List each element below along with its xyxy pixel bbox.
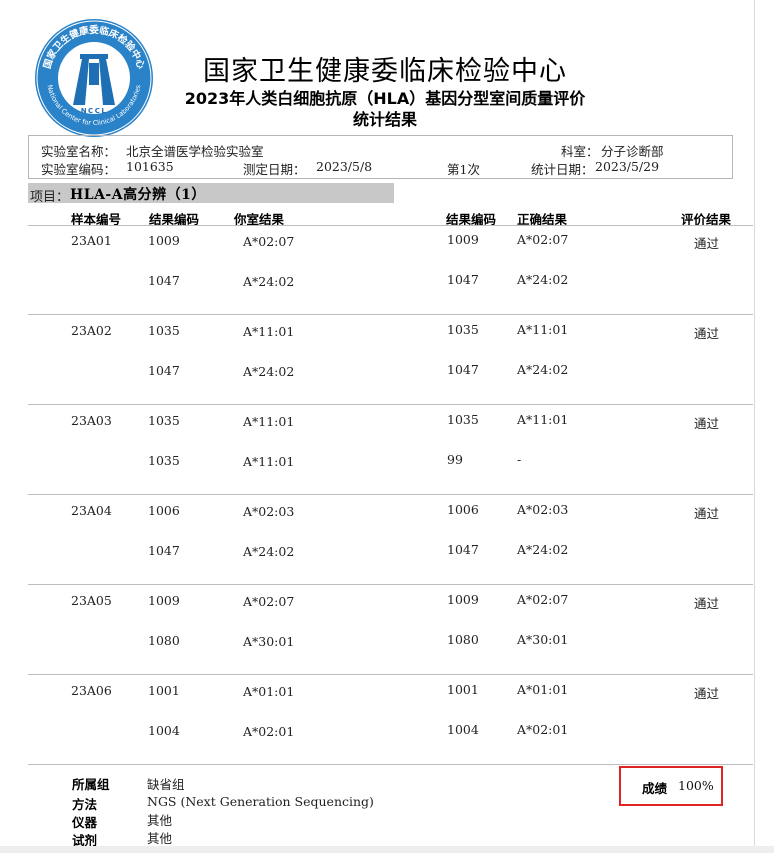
org-name: 国家卫生健康委临床检验中心 (203, 56, 567, 87)
sample-id: 23A05 (71, 593, 112, 608)
correct-result: A*30:01 (517, 632, 569, 647)
lab-name: 北京全谱医学检验实验室 (126, 144, 264, 159)
evaluation-result: 通过 (694, 686, 720, 701)
your-result-code: 1006 (148, 503, 180, 518)
correct-result: A*11:01 (517, 322, 569, 337)
your-result-code: 1009 (148, 593, 180, 608)
your-result-code: 1035 (148, 323, 180, 338)
department-label: 科室： (561, 144, 599, 159)
correct-result: A*24:02 (517, 272, 569, 287)
correct-result-code: 1047 (447, 542, 479, 557)
evaluation-result: 通过 (694, 506, 720, 521)
your-result: A*24:02 (243, 544, 295, 559)
correct-result: - (517, 452, 522, 467)
nccl-seal-icon: 国家卫生健康委临床检验中心 National Center for Clinic… (33, 17, 155, 139)
score-highlight-box: 成绩 100% (619, 766, 723, 806)
your-result: A*02:07 (243, 594, 295, 609)
correct-result: A*01:01 (517, 682, 569, 697)
group-label: 所属组 (72, 777, 110, 792)
correct-result: A*11:01 (517, 412, 569, 427)
stat-date-label: 统计日期： (531, 162, 594, 177)
correct-result-code: 1009 (447, 232, 479, 247)
correct-result-code: 1001 (447, 682, 479, 697)
sample-id: 23A03 (71, 413, 112, 428)
your-result: A*01:01 (243, 684, 295, 699)
your-result: A*24:02 (243, 274, 295, 289)
sample-id: 23A02 (71, 323, 112, 338)
page-edge (754, 0, 755, 853)
correct-result-code: 1080 (447, 632, 479, 647)
your-result-code: 1004 (148, 723, 180, 738)
logo-abbr: NCCL (81, 107, 108, 115)
correct-result-code: 1047 (447, 272, 479, 287)
correct-result-code: 1035 (447, 322, 479, 337)
evaluation-result: 通过 (694, 596, 720, 611)
evaluation-result: 通过 (694, 326, 720, 341)
department: 分子诊断部 (601, 144, 664, 159)
reagent-value: 其他 (147, 831, 173, 846)
lab-info-box: 实验室名称： 北京全谱医学检验实验室 科室： 分子诊断部 实验室编码： 1016… (28, 135, 733, 179)
method-value: NGS (Next Generation Sequencing) (147, 794, 374, 809)
your-result: A*30:01 (243, 634, 295, 649)
evaluation-result: 通过 (694, 236, 720, 251)
your-result: A*02:07 (243, 234, 295, 249)
item-value: HLA-A高分辨（1） (70, 187, 206, 203)
your-result-code: 1035 (148, 453, 180, 468)
your-result: A*11:01 (243, 414, 295, 429)
sample-id: 23A06 (71, 683, 112, 698)
row-divider (28, 404, 753, 405)
row-divider (28, 674, 753, 675)
correct-result-code: 1047 (447, 362, 479, 377)
correct-result-code: 99 (447, 452, 463, 467)
correct-result-code: 1035 (447, 412, 479, 427)
your-result-code: 1080 (148, 633, 180, 648)
correct-result-code: 1006 (447, 502, 479, 517)
header-divider (28, 225, 753, 226)
score-value: 100% (678, 778, 714, 793)
your-result-code: 1047 (148, 543, 180, 558)
round: 第1次 (447, 162, 480, 177)
evaluation-result: 通过 (694, 416, 720, 431)
your-result: A*02:03 (243, 504, 295, 519)
group-value: 缺省组 (147, 777, 185, 792)
instrument-label: 仪器 (72, 815, 98, 830)
item-label: 项目： (30, 190, 70, 205)
correct-result: A*02:07 (517, 592, 569, 607)
instrument-value: 其他 (147, 813, 173, 828)
your-result-code: 1047 (148, 273, 180, 288)
correct-result-code: 1004 (447, 722, 479, 737)
sample-id: 23A01 (71, 233, 112, 248)
your-result-code: 1035 (148, 413, 180, 428)
your-result: A*02:01 (243, 724, 295, 739)
page-bottom-shade (0, 846, 774, 853)
your-result: A*24:02 (243, 364, 295, 379)
sample-id: 23A04 (71, 503, 112, 518)
report-page: 国家卫生健康委临床检验中心 National Center for Clinic… (0, 0, 774, 853)
lab-code: 101635 (126, 159, 174, 174)
row-divider (28, 314, 753, 315)
your-result-code: 1047 (148, 363, 180, 378)
method-label: 方法 (72, 797, 98, 812)
correct-result: A*02:07 (517, 232, 569, 247)
test-date-label: 测定日期： (243, 162, 306, 177)
your-result-code: 1009 (148, 233, 180, 248)
score-label: 成绩 (642, 781, 668, 796)
correct-result: A*24:02 (517, 542, 569, 557)
test-date: 2023/5/8 (316, 159, 373, 174)
your-result-code: 1001 (148, 683, 180, 698)
your-result: A*11:01 (243, 324, 295, 339)
stat-date: 2023/5/29 (595, 159, 660, 174)
report-subtitle: 统计结果 (352, 110, 417, 129)
lab-code-label: 实验室编码： (41, 162, 117, 177)
item-bar: 项目： HLA-A高分辨（1） (28, 183, 394, 205)
row-divider (28, 764, 753, 765)
row-divider (28, 494, 753, 495)
correct-result: A*02:03 (517, 502, 569, 517)
correct-result-code: 1009 (447, 592, 479, 607)
correct-result: A*24:02 (517, 362, 569, 377)
lab-name-label: 实验室名称： (41, 144, 117, 159)
your-result: A*11:01 (243, 454, 295, 469)
row-divider (28, 584, 753, 585)
correct-result: A*02:01 (517, 722, 569, 737)
